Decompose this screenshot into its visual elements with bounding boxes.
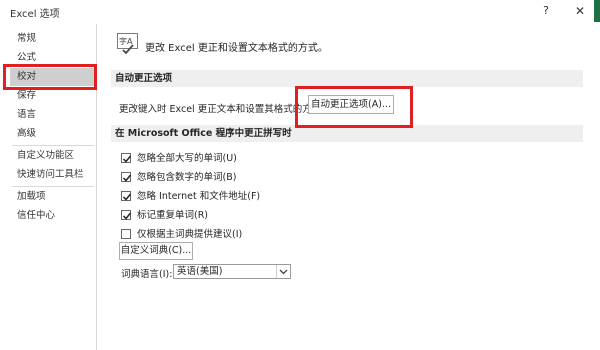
option-label: 忽略全部大写的单词(U) xyxy=(137,153,237,164)
options-content: 字A 更改 Excel 更正和设置文本格式的方式。 自动更正选项 更改键入时 E… xyxy=(97,24,600,350)
svg-text:字A: 字A xyxy=(119,36,133,46)
chevron-down-icon[interactable] xyxy=(276,265,290,278)
excel-options-dialog: Excel 选项 ? ✕ 常规 公式 校对 保存 语言 高级 自定义功能区 快速… xyxy=(0,0,600,350)
sidebar-item-trust-center[interactable]: 信任中心 xyxy=(10,207,96,225)
window-accent-strip xyxy=(594,0,600,22)
sidebar-item-language[interactable]: 语言 xyxy=(10,106,96,124)
highlight-box-autocorrect-options xyxy=(295,86,413,128)
help-button[interactable]: ? xyxy=(538,2,554,20)
sidebar-item-quick-access-toolbar[interactable]: 快速访问工具栏 xyxy=(10,166,96,184)
custom-dictionaries-button[interactable]: 自定义词典(C)... xyxy=(119,242,193,260)
abc-check-icon: 字A xyxy=(117,33,139,55)
option-label: 仅根据主词典提供建议(I) xyxy=(137,229,243,240)
sidebar-divider xyxy=(12,145,94,146)
checkbox[interactable] xyxy=(121,153,132,163)
option-label: 忽略包含数字的单词(B) xyxy=(137,172,237,183)
close-button[interactable]: ✕ xyxy=(572,2,588,20)
checkbox[interactable] xyxy=(121,210,132,220)
sidebar-divider xyxy=(12,186,94,187)
checkbox[interactable] xyxy=(121,172,132,182)
dictionary-language-value: 英语(美国) xyxy=(177,266,223,277)
checkbox[interactable] xyxy=(121,191,132,201)
sidebar-item-general[interactable]: 常规 xyxy=(10,30,96,48)
highlight-box-proofing xyxy=(3,64,97,90)
dictionary-language-label: 词典语言(I): xyxy=(121,269,173,280)
title-bar: Excel 选项 ? ✕ xyxy=(0,0,600,22)
checkbox[interactable] xyxy=(121,229,131,239)
option-label: 标记重复单词(R) xyxy=(137,210,209,221)
dictionary-language-select[interactable]: 英语(美国) xyxy=(173,264,291,279)
sidebar-item-add-ins[interactable]: 加载项 xyxy=(10,188,96,206)
option-label: 忽略 Internet 和文件地址(F) xyxy=(137,191,261,202)
header-description: 更改 Excel 更正和设置文本格式的方式。 xyxy=(145,43,328,54)
sidebar-item-customize-ribbon[interactable]: 自定义功能区 xyxy=(10,147,96,165)
window-title: Excel 选项 xyxy=(10,9,60,20)
section-autocorrect: 自动更正选项 xyxy=(111,70,583,87)
sidebar-item-advanced[interactable]: 高级 xyxy=(10,125,96,143)
